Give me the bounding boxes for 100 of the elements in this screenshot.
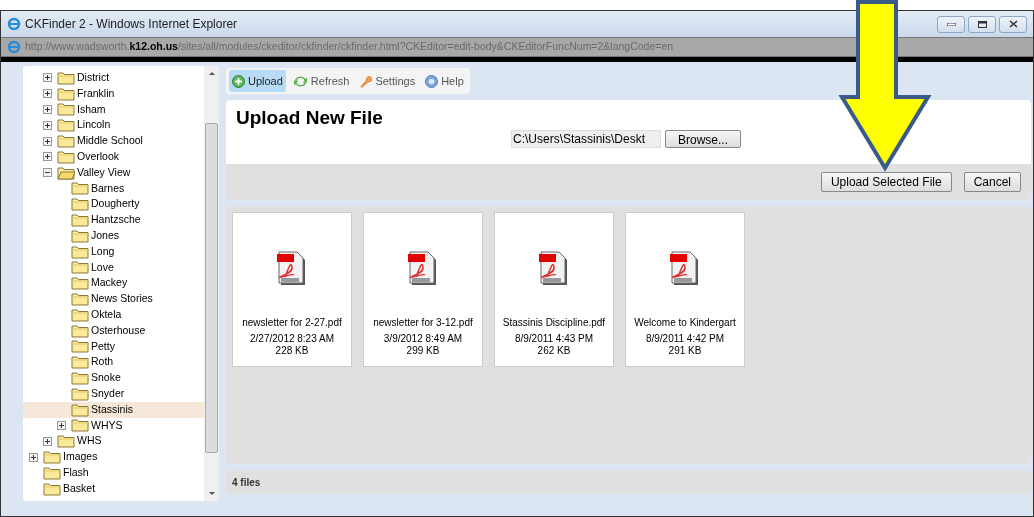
folder-item[interactable]: Oktela <box>23 306 204 323</box>
help-icon <box>425 74 439 88</box>
folder-item[interactable]: Dougherty <box>23 196 204 213</box>
folder-icon <box>71 228 89 243</box>
maximize-button[interactable] <box>968 15 996 33</box>
folder-label: Middle School <box>77 133 143 149</box>
folder-icon <box>57 102 75 117</box>
folder-icon <box>71 260 89 275</box>
expand-toggle[interactable] <box>43 89 52 99</box>
folder-item[interactable]: Stassinis <box>23 401 204 418</box>
toolbar-button[interactable]: Help <box>422 70 467 92</box>
file-name: newsletter for 2-27.pdf <box>242 316 342 330</box>
folder-item[interactable]: Images <box>23 449 204 465</box>
toolbar-button[interactable]: Upload <box>229 70 286 92</box>
folder-icon <box>71 181 89 196</box>
folder-label: Roth <box>91 354 114 370</box>
folder-item[interactable]: District <box>23 70 204 86</box>
upload-selected-file-button[interactable]: Upload Selected File <box>820 172 952 192</box>
file-card[interactable]: Stassinis Discipline.pdf 8/9/2011 4:43 PM 262 KB <box>494 212 614 367</box>
folder-label: Snyder <box>91 385 125 401</box>
folder-label: Snoke <box>91 370 121 386</box>
folder-icon <box>71 213 89 228</box>
expand-toggle[interactable] <box>43 73 52 83</box>
folder-item[interactable]: Isham <box>23 101 204 118</box>
scroll-down-icon[interactable] <box>208 492 215 495</box>
toolbar-button[interactable]: Settings <box>356 70 419 92</box>
cancel-button[interactable]: Cancel <box>963 172 1021 192</box>
file-size: 228 KB <box>275 345 309 357</box>
file-date: 3/9/2012 8:49 AM <box>383 333 463 345</box>
file-date: 8/9/2011 4:43 PM <box>514 333 594 345</box>
expand-toggle[interactable] <box>43 136 52 146</box>
close-button[interactable] <box>999 15 1027 33</box>
file-card[interactable]: newsletter for 2-27.pdf 2/27/2012 8:23 AM 228 KB <box>232 212 352 367</box>
folder-icon <box>57 118 75 133</box>
close-icon <box>1008 20 1018 28</box>
folder-label: Stassinis <box>91 401 133 417</box>
folder-item[interactable]: Hantzsche <box>23 212 204 228</box>
folder-item[interactable]: Osterhouse <box>23 322 204 339</box>
toolbar-button[interactable]: Refresh <box>289 70 353 92</box>
browse-button[interactable]: Browse... <box>665 130 741 148</box>
collapse-toggle[interactable] <box>43 168 52 178</box>
scroll-up-icon[interactable] <box>208 72 215 75</box>
folder-icon <box>57 434 75 449</box>
wrench-icon <box>359 74 373 88</box>
folder-item[interactable]: Long <box>23 243 204 260</box>
folder-item[interactable]: Roth <box>23 354 204 371</box>
folder-item[interactable]: Basket <box>23 480 204 497</box>
expand-toggle[interactable] <box>43 105 52 114</box>
folder-item[interactable]: Lincoln <box>23 117 204 134</box>
expand-toggle[interactable] <box>57 420 66 430</box>
folder-icon <box>71 355 89 370</box>
folder-label: Images <box>63 449 98 465</box>
file-card[interactable]: newsletter for 3-12.pdf 3/9/2012 8:49 AM 299 KB <box>363 212 483 367</box>
folder-label: Jones <box>91 228 120 243</box>
scrollbar[interactable] <box>204 66 219 501</box>
folder-item[interactable]: Barnes <box>23 180 204 197</box>
folder-item[interactable]: Mackey <box>23 275 204 292</box>
url-text: http://www.wadsworth.k12.oh.us/sites/all/modules/ckeditor/ckfinder/ckfinder.html?CKEditor=edit-body&CKEditorFuncNum=2&langCode=en <box>25 39 674 55</box>
folder-label: Valley View <box>77 164 131 180</box>
folder-item[interactable]: WHS <box>23 433 204 450</box>
folder-item[interactable]: Flash <box>23 464 204 481</box>
folder-label: Dougherty <box>91 196 140 212</box>
file-card[interactable]: Welcome to Kindergart 8/9/2011 4:42 PM 291 KB <box>625 212 745 367</box>
file-name: Welcome to Kindergart <box>634 316 736 330</box>
expand-toggle[interactable] <box>43 120 52 130</box>
folder-label: WHYS <box>91 417 123 433</box>
folder-item[interactable]: Petty <box>23 338 204 355</box>
folder-icon <box>57 149 75 164</box>
folder-item[interactable]: Overlook <box>23 149 204 165</box>
expand-toggle[interactable] <box>29 452 38 462</box>
folder-item[interactable]: Love <box>23 259 204 276</box>
folder-label: Oktela <box>91 306 122 322</box>
upload-title: Upload New File <box>236 106 384 130</box>
plus-icon <box>232 74 245 88</box>
folder-label: Mackey <box>91 275 128 291</box>
folder-icon <box>71 292 89 307</box>
folder-icon <box>71 371 89 386</box>
folder-item[interactable]: Valley View <box>23 164 204 181</box>
folder-label: News Stories <box>91 291 153 307</box>
folder-label: Osterhouse <box>91 322 146 338</box>
folder-label: Long <box>91 243 115 259</box>
folder-item[interactable]: Jones <box>23 227 204 244</box>
folder-item[interactable]: News Stories <box>23 291 204 307</box>
folder-item[interactable]: WHYS <box>23 417 204 434</box>
folder-item[interactable]: Snoke <box>23 370 204 386</box>
expand-toggle[interactable] <box>43 152 52 162</box>
file-date: 2/27/2012 8:23 AM <box>250 333 334 345</box>
file-path-field[interactable]: C:\Users\Stassinis\Deskt <box>511 130 661 148</box>
file-count: 4 files <box>232 475 261 490</box>
folder-icon <box>71 339 89 354</box>
folder-item[interactable]: Franklin <box>23 85 204 102</box>
window-title: CKFinder 2 - Windows Internet Explorer <box>25 16 238 33</box>
address-bar[interactable]: http://www.wadsworth.k12.oh.us/sites/all/modules/ckeditor/ckfinder/ckfinder.html?CKEditor=edit-body&CKEditorFuncNum=2&langCode=en <box>1 37 1033 57</box>
scroll-thumb[interactable] <box>205 123 218 453</box>
folder-item[interactable]: Middle School <box>23 133 204 149</box>
folder-icon <box>43 481 61 496</box>
expand-toggle[interactable] <box>43 436 52 446</box>
folder-item[interactable]: Snyder <box>23 385 204 402</box>
folder-label: Lincoln <box>77 117 111 133</box>
folder-label: Overlook <box>77 149 119 164</box>
